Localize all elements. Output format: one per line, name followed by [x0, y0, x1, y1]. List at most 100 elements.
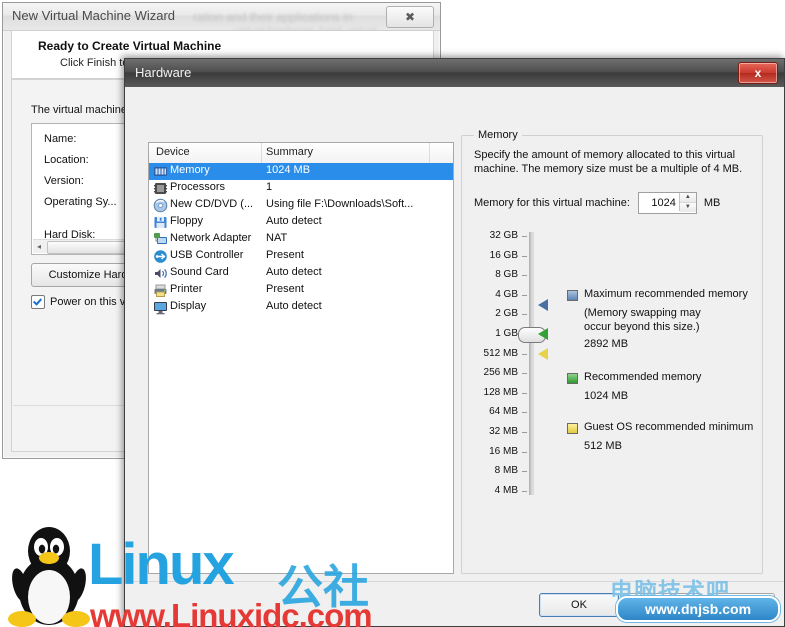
column-header-device[interactable]: Device [156, 146, 190, 158]
device-summary: NAT [266, 232, 288, 244]
hardware-dialog-footer: OK Cancel Help [125, 581, 784, 626]
table-row[interactable]: Processors 1 [149, 180, 453, 197]
table-row[interactable]: USB Controller Present [149, 248, 453, 265]
slider-tick-label: 4 MB [494, 484, 518, 496]
cpu-icon [153, 181, 168, 196]
device-rows-container: Memory 1024 MB Processors 1 New CD/DVD (... U… [149, 163, 453, 316]
legend-title: Maximum recommended memory [584, 288, 748, 300]
legend-swatch-green [567, 373, 578, 384]
ok-button[interactable]: OK [539, 593, 619, 617]
table-row[interactable]: Sound Card Auto detect [149, 265, 453, 282]
slider-tick-label: 128 MB [483, 386, 518, 398]
device-name: Sound Card [170, 266, 229, 278]
power-on-label: Power on this vir [50, 296, 132, 308]
slider-tick-mark [522, 294, 527, 296]
device-name: Network Adapter [170, 232, 252, 244]
usb-icon [153, 249, 168, 264]
memory-size-input[interactable]: 1024 [639, 197, 679, 209]
memory-stepper-buttons[interactable]: ▲ ▼ [678, 193, 696, 212]
legend-swatch-yellow [567, 423, 578, 434]
slider-tick-label: 512 MB [483, 347, 518, 359]
summary-label-version: Version: [44, 175, 84, 187]
slider-tick-label: 8 GB [495, 269, 518, 281]
help-button[interactable]: Help [707, 593, 775, 617]
slider-tick-mark [522, 275, 527, 277]
device-summary: Auto detect [266, 215, 322, 227]
device-summary: Auto detect [266, 266, 322, 278]
hardware-titlebar[interactable]: Hardware x [125, 59, 784, 87]
device-list[interactable]: Device Summary Memory 1024 MB Processors 1 N… [148, 142, 454, 574]
wizard-titlebar[interactable]: New Virtual Machine Wizard ration and th… [3, 3, 440, 37]
memory-icon [153, 164, 168, 179]
table-row[interactable]: Printer Present [149, 282, 453, 299]
wizard-close-button[interactable]: ✖ [386, 6, 434, 28]
memory-field-label: Memory for this virtual machine: [474, 197, 630, 209]
summary-label-os: Operating Sy... [44, 196, 117, 208]
legend-value: 2892 MB [584, 338, 629, 350]
table-row[interactable]: Display Auto detect [149, 299, 453, 316]
hardware-client-area: Device Summary Memory 1024 MB Processors 1 N… [125, 87, 784, 626]
memory-settings-group: Memory Specify the amount of memory allo… [461, 129, 763, 574]
sound-icon [153, 266, 168, 281]
slider-tick-label: 64 MB [489, 406, 518, 418]
hardware-close-button[interactable]: x [738, 62, 778, 84]
slider-tick-mark [522, 353, 527, 355]
slider-tick-mark [522, 255, 527, 257]
device-name: Floppy [170, 215, 204, 227]
table-row[interactable]: Network Adapter NAT [149, 231, 453, 248]
maximum-recommended-marker-icon [538, 298, 548, 311]
slider-tick-label: 2 GB [495, 308, 518, 320]
summary-label-name: Name: [44, 133, 77, 145]
stepper-up-icon[interactable]: ▲ [679, 193, 696, 203]
slider-tick-label: 32 GB [489, 230, 518, 241]
guest-os-minimum-marker-icon [538, 347, 548, 360]
column-header-summary[interactable]: Summary [266, 146, 313, 158]
power-on-checkbox-row[interactable]: Power on this vir [31, 295, 131, 309]
slider-tick-mark [522, 471, 527, 473]
slider-tick-mark [522, 490, 527, 492]
wizard-header-title: Ready to Create Virtual Machine [38, 39, 222, 53]
memory-slider[interactable]: 32 GB 16 GB 8 GB 4 GB 2 GB 1 GB 512 MB 256 MB 12… [462, 224, 762, 514]
legend-title: Guest OS recommended minimum [584, 421, 754, 433]
table-row[interactable]: Floppy Auto detect [149, 214, 453, 231]
legend-swatch-blue [567, 290, 578, 301]
slider-tick-label: 8 MB [494, 465, 518, 477]
slider-tick-mark [522, 373, 527, 375]
hardware-dialog: Hardware x Device Summary Memory 1024 MB P… [124, 58, 785, 627]
slider-tick-mark [522, 451, 527, 453]
slider-tick-mark [522, 432, 527, 433]
legend-value: 1024 MB [584, 390, 629, 402]
hardware-dialog-title: Hardware [135, 65, 192, 80]
printer-icon [153, 283, 168, 298]
memory-size-stepper[interactable]: 1024 ▲ ▼ [637, 192, 697, 214]
power-on-checkbox[interactable] [31, 295, 45, 309]
table-row[interactable]: Memory 1024 MB [149, 163, 453, 180]
device-name: Memory [170, 164, 210, 176]
slider-tick-mark [522, 392, 527, 394]
scroll-left-arrow-icon[interactable]: ◂ [33, 240, 45, 253]
device-summary: 1024 MB [266, 164, 311, 176]
slider-tick-mark [522, 412, 527, 414]
column-divider-1[interactable] [261, 143, 262, 163]
recommended-marker-icon [538, 328, 548, 340]
device-name: Processors [170, 181, 226, 193]
stepper-down-icon[interactable]: ▼ [679, 203, 696, 212]
memory-slider-track[interactable] [529, 232, 534, 495]
memory-field-row: Memory for this virtual machine: 1024 ▲ … [474, 192, 720, 214]
cancel-button[interactable]: Cancel [623, 593, 703, 617]
screenshot-root: New Virtual Machine Wizard ration and th… [0, 0, 785, 627]
memory-description: Specify the amount of memory allocated t… [474, 149, 743, 175]
slider-tick-mark [522, 236, 527, 237]
slider-tick-label: 16 GB [489, 249, 518, 261]
slider-tick-label: 4 GB [495, 288, 518, 300]
table-row[interactable]: New CD/DVD (... Using file F:\Downloads\S… [149, 197, 453, 214]
slider-tick-mark [522, 314, 527, 316]
memory-group-label: Memory [474, 129, 522, 141]
slider-tick-label: 16 MB [489, 445, 518, 457]
legend-note: (Memory swapping may occur beyond this si… [584, 307, 701, 333]
display-icon [153, 300, 168, 315]
network-icon [153, 232, 168, 247]
device-name: Printer [170, 283, 203, 295]
column-divider-2[interactable] [429, 143, 430, 163]
legend-title: Recommended memory [584, 371, 702, 383]
